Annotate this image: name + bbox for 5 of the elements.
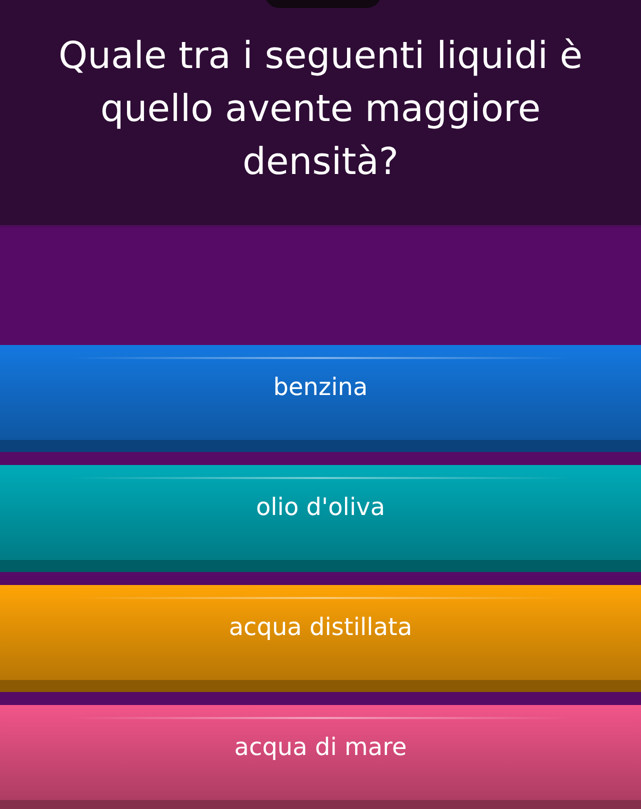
answer-button[interactable]: benzina — [0, 345, 641, 452]
answer-button[interactable]: olio d'oliva — [0, 465, 641, 572]
answer-button[interactable]: acqua di mare — [0, 705, 641, 809]
answer-button[interactable]: acqua distillata — [0, 585, 641, 692]
question-text: Quale tra i seguenti liquidi è quello avente maggiore densità? — [57, 33, 584, 185]
